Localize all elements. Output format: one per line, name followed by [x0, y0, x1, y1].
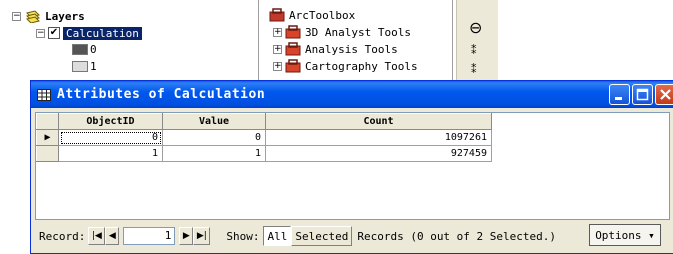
toolbox-item[interactable]: + Cartography Tools	[273, 58, 418, 74]
next-record-button[interactable]: ▶	[179, 227, 194, 245]
layer-visibility-checkbox[interactable]: ✔	[48, 27, 60, 39]
cell-count[interactable]: 927459	[265, 145, 492, 162]
show-label: Show:	[226, 229, 260, 243]
table-icon	[37, 88, 51, 101]
toolbox-icon	[285, 25, 301, 39]
fixed-zoom-out-icon[interactable]: ⁑	[471, 63, 477, 76]
cell-value[interactable]: 1	[162, 145, 266, 162]
maximize-button[interactable]	[632, 84, 653, 105]
tools-toolbar: ⊖ ⁑ ⁑	[456, 0, 498, 80]
attribute-table[interactable]: ObjectID Value Count ▶ 0 0 1097261 1 1 9…	[35, 112, 670, 220]
cell-objectid[interactable]: 0	[58, 129, 163, 146]
minimize-icon	[615, 97, 622, 100]
row-selector-header[interactable]	[36, 113, 59, 130]
expand-icon[interactable]: +	[273, 44, 282, 54]
header-row: ObjectID Value Count	[36, 113, 492, 130]
zoom-out-icon[interactable]: ⊖	[469, 18, 482, 37]
legend-label: 0	[90, 42, 97, 56]
toolbox-icon	[285, 59, 301, 73]
toolbox-icon	[269, 8, 285, 22]
expand-icon[interactable]: +	[273, 27, 282, 37]
legend-item: 0	[72, 41, 97, 57]
show-all-button[interactable]: All	[263, 226, 292, 246]
maximize-icon	[636, 88, 649, 101]
options-button[interactable]: Options ▾	[589, 224, 661, 246]
close-button[interactable]	[655, 84, 673, 105]
first-record-button[interactable]: |◀	[88, 227, 106, 245]
legend-swatch	[72, 60, 88, 72]
layers-row[interactable]: − Layers	[12, 8, 85, 24]
table-row[interactable]: ▶ 0 0 1097261	[36, 129, 492, 146]
layer-calculation-row[interactable]: − ✔ Calculation	[36, 25, 142, 41]
column-header-value[interactable]: Value	[162, 113, 266, 130]
collapse-icon[interactable]: −	[36, 28, 45, 38]
last-record-button[interactable]: ▶|	[193, 227, 211, 245]
table-row[interactable]: 1 1 927459	[36, 145, 492, 162]
show-selected-button[interactable]: Selected	[291, 226, 353, 246]
legend-label: 1	[90, 59, 97, 73]
window-title: Attributes of Calculation	[57, 87, 266, 102]
minimize-button[interactable]	[609, 84, 630, 105]
column-header-count[interactable]: Count	[265, 113, 492, 130]
layer-name[interactable]: Calculation	[63, 26, 142, 40]
close-icon	[660, 89, 671, 100]
toolbox-root[interactable]: ArcToolbox	[266, 7, 355, 23]
toolbox-item-label: Cartography Tools	[305, 59, 418, 73]
legend-swatch	[72, 43, 88, 55]
toolbox-icon	[285, 42, 301, 56]
expand-icon[interactable]: +	[273, 61, 282, 71]
cell-value[interactable]: 0	[162, 129, 266, 146]
record-label: Record:	[39, 229, 86, 243]
window-titlebar[interactable]: Attributes of Calculation	[31, 81, 673, 108]
records-summary: Records (0 out of 2 Selected.)	[357, 229, 557, 243]
collapse-icon[interactable]: −	[12, 11, 21, 21]
record-statusbar: Record: |◀ ◀ 1 ▶ ▶| Show: All Selected R…	[35, 222, 670, 250]
toolbox-item-label: 3D Analyst Tools	[305, 25, 411, 39]
fixed-zoom-in-icon[interactable]: ⁑	[471, 44, 477, 57]
attribute-grid: ObjectID Value Count ▶ 0 0 1097261 1 1 9…	[36, 113, 492, 162]
previous-record-button[interactable]: ◀	[105, 227, 120, 245]
layers-icon	[26, 10, 40, 23]
toolbox-item[interactable]: + 3D Analyst Tools	[273, 24, 411, 40]
column-header-objectid[interactable]: ObjectID	[58, 113, 163, 130]
panel-divider	[452, 0, 453, 80]
toolbox-title: ArcToolbox	[289, 8, 356, 22]
record-number-input[interactable]: 1	[123, 227, 176, 245]
cell-objectid[interactable]: 1	[58, 145, 163, 162]
attributes-window: Attributes of Calculation ObjectID Value…	[30, 80, 673, 254]
toolbox-item[interactable]: + Analysis Tools	[273, 41, 398, 57]
row-selector[interactable]	[36, 145, 59, 162]
legend-item: 1	[72, 58, 97, 74]
cell-count[interactable]: 1097261	[265, 129, 492, 146]
toolbox-item-label: Analysis Tools	[305, 42, 398, 56]
layers-label: Layers	[45, 9, 85, 23]
row-selector[interactable]: ▶	[36, 129, 59, 146]
